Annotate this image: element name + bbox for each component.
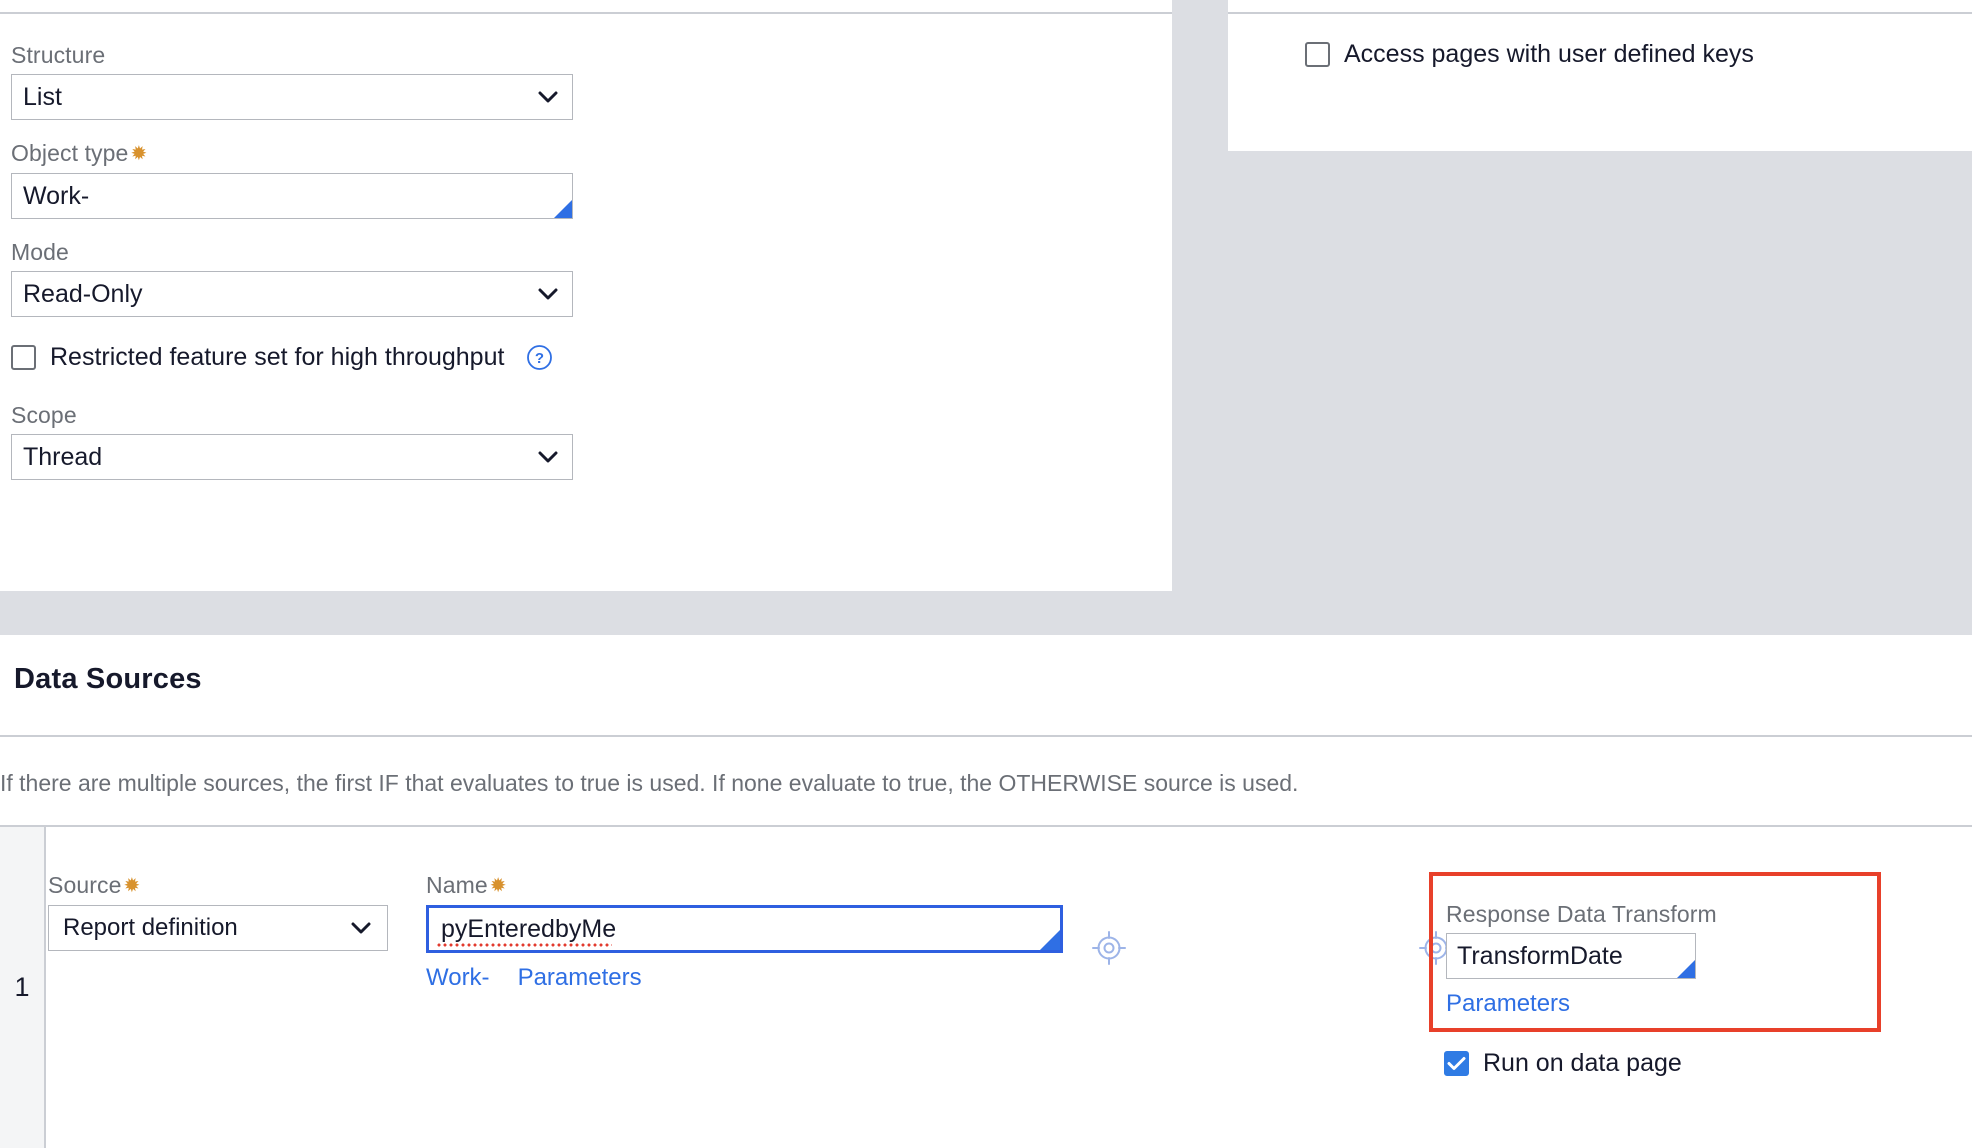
options-panel-top-divider	[1228, 12, 1972, 14]
name-field-group: Name✹ Work- Parameters	[426, 870, 1086, 992]
structure-label: Structure	[11, 40, 591, 70]
restricted-feature-row[interactable]: Restricted feature set for high throughp…	[11, 343, 591, 372]
response-data-transform-group: Response Data Transform Parameters	[1446, 899, 1866, 1018]
data-sources-title: Data Sources	[14, 663, 202, 695]
panel-top-divider	[0, 12, 1172, 14]
mode-select[interactable]: Read-Only	[11, 271, 573, 317]
object-type-input-wrap	[11, 173, 573, 219]
app-root: Structure List Object type ✹ Work- Mode …	[0, 0, 1972, 1148]
name-links: Work- Parameters	[426, 964, 1086, 992]
question-circle-icon[interactable]: ?	[526, 344, 553, 371]
run-on-data-page-label: Run on data page	[1483, 1049, 1682, 1077]
response-data-transform-input-wrap	[1446, 933, 1696, 979]
restricted-feature-checkbox[interactable]	[11, 345, 36, 370]
row-number-gutter: 1	[0, 827, 46, 1148]
table-row: 1 Source ✹ Report definition Name ✹ pyEn…	[0, 827, 1972, 1148]
options-panel: Access pages with user defined keys	[1228, 0, 1972, 151]
required-asterisk-icon: ✹	[130, 143, 148, 165]
source-label: Source ✹	[48, 870, 438, 901]
row-number: 1	[14, 972, 30, 1002]
response-data-transform-label: Response Data Transform	[1446, 901, 1717, 927]
name-input[interactable]	[426, 905, 1063, 953]
structure-select-wrap: List	[11, 74, 573, 120]
name-label-text: Name	[426, 872, 488, 898]
run-on-data-page-checkbox[interactable]	[1444, 1051, 1469, 1076]
scope-select[interactable]: Thread	[11, 434, 573, 480]
response-data-transform-links: Parameters	[1446, 990, 1866, 1018]
data-sources-divider	[0, 735, 1972, 737]
target-crosshair-icon[interactable]	[1090, 929, 1128, 972]
required-asterisk-icon: ✹	[123, 875, 141, 897]
structure-select[interactable]: List	[11, 74, 573, 120]
scope-label: Scope	[11, 400, 591, 430]
data-sources-help-text: If there are multiple sources, the first…	[0, 770, 1299, 796]
name-label: Name ✹	[426, 870, 1086, 901]
response-data-transform-parameters-link[interactable]: Parameters	[1446, 990, 1570, 1017]
access-keys-checkbox[interactable]	[1305, 42, 1330, 67]
definition-form: Structure List Object type ✹ Work- Mode …	[11, 40, 591, 480]
object-type-label-text: Object type	[11, 140, 129, 166]
run-on-data-page-row[interactable]: Run on data page	[1444, 1049, 1682, 1078]
definition-panel: Structure List Object type ✹ Work- Mode …	[0, 0, 1172, 591]
mode-label-text: Mode	[11, 239, 69, 265]
name-link-class[interactable]: Work-	[426, 964, 490, 992]
data-sources-section: Data Sources If there are multiple sourc…	[0, 635, 1972, 1148]
object-type-label: Object type ✹	[11, 138, 591, 169]
top-area: Structure List Object type ✹ Work- Mode …	[0, 0, 1972, 635]
mode-label: Mode	[11, 237, 591, 267]
svg-text:?: ?	[535, 350, 544, 367]
object-type-input[interactable]	[11, 173, 573, 219]
source-select-wrap: Report definition	[48, 905, 388, 951]
row-body: Source ✹ Report definition Name ✹ pyEnte…	[48, 827, 1972, 1148]
name-link-parameters[interactable]: Parameters	[518, 964, 642, 992]
source-label-text: Source	[48, 872, 122, 898]
scope-select-wrap: Thread	[11, 434, 573, 480]
source-select[interactable]: Report definition	[48, 905, 388, 951]
response-data-transform-input[interactable]	[1446, 933, 1696, 979]
required-asterisk-icon: ✹	[489, 875, 507, 897]
name-input-wrap	[426, 905, 1063, 953]
structure-label-text: Structure	[11, 42, 106, 68]
mode-select-wrap: Read-Only	[11, 271, 573, 317]
access-keys-label: Access pages with user defined keys	[1344, 40, 1754, 68]
source-field-group: Source ✹ Report definition	[48, 870, 438, 951]
scope-label-text: Scope	[11, 402, 77, 428]
access-keys-row[interactable]: Access pages with user defined keys	[1305, 40, 1754, 69]
restricted-feature-label: Restricted feature set for high throughp…	[50, 343, 505, 371]
